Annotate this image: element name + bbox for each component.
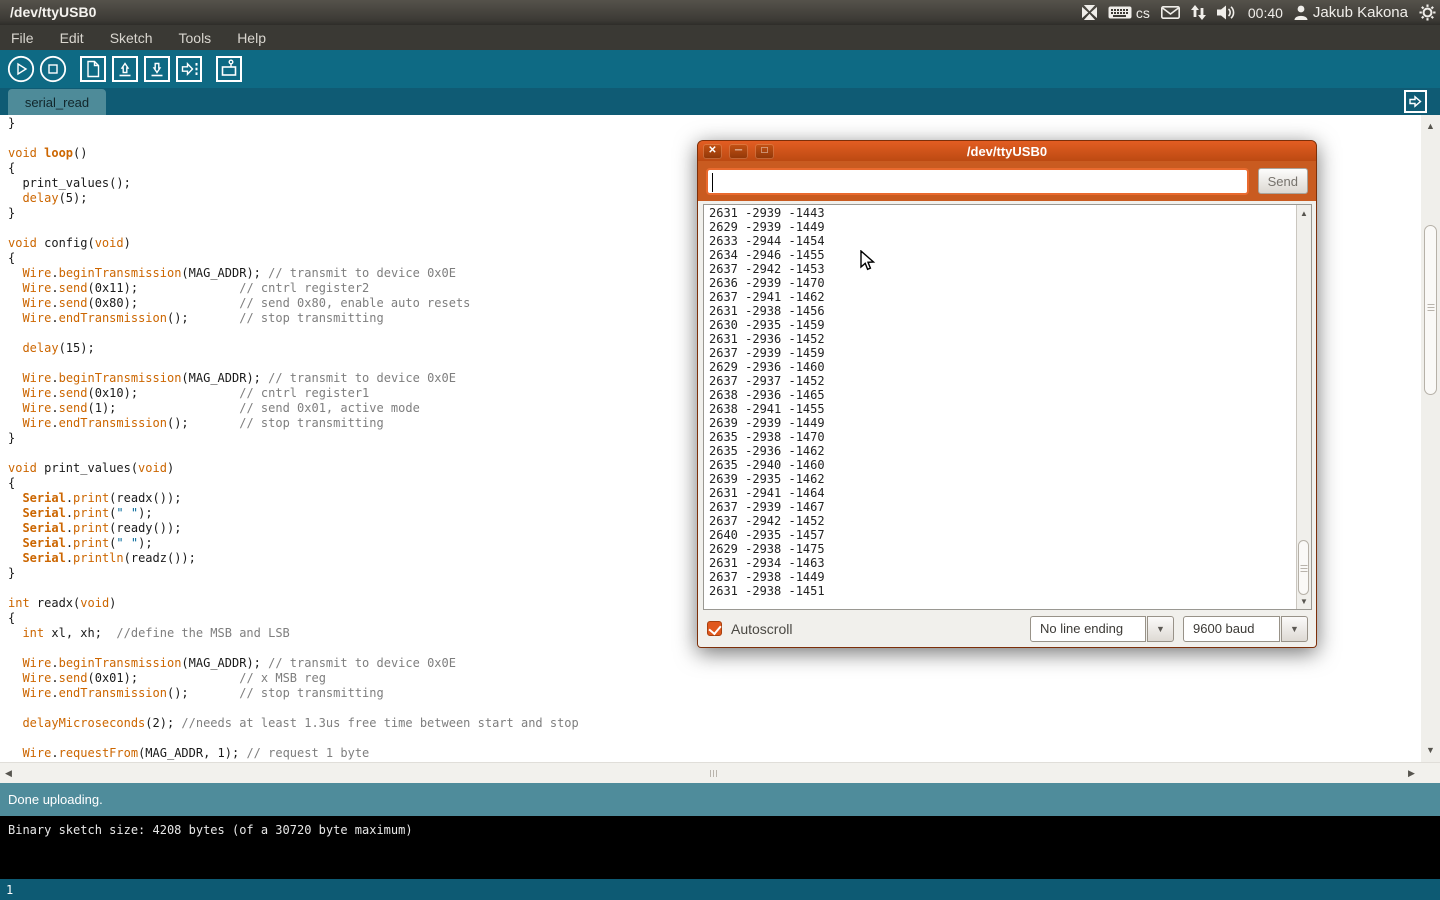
line-number-strip: 1	[0, 879, 1440, 900]
serial-monitor-button[interactable]	[214, 54, 244, 84]
save-button[interactable]	[142, 54, 172, 84]
tab-menu-button[interactable]	[1404, 90, 1427, 113]
serial-output-panel: 2631 -2939 -1443 2629 -2939 -1449 2633 -…	[703, 204, 1312, 610]
serial-monitor-title: /dev/ttyUSB0	[698, 144, 1316, 159]
autoscroll-label: Autoscroll	[731, 621, 792, 637]
stop-icon	[39, 55, 67, 83]
chevron-down-icon[interactable]: ▼	[1281, 616, 1308, 642]
scroll-down-arrow-icon[interactable]: ▼	[1421, 745, 1440, 755]
baud-rate-select[interactable]: 9600 baud ▼	[1183, 616, 1308, 642]
serial-input-row: Send	[698, 161, 1316, 201]
tab-bar: serial_read	[0, 88, 1440, 115]
editor-scrollbar-thumb[interactable]	[1424, 225, 1437, 395]
save-icon	[144, 56, 170, 82]
editor-horizontal-scrollbar[interactable]: ◀ ▶	[0, 762, 1440, 783]
menubar: File Edit Sketch Tools Help	[0, 25, 1440, 50]
toolbar	[0, 50, 1440, 88]
network-updown-icon[interactable]	[1191, 5, 1206, 20]
upload-button[interactable]	[174, 54, 204, 84]
maximize-icon[interactable]: □	[755, 144, 774, 159]
clock[interactable]: 00:40	[1248, 5, 1283, 21]
serial-scrollbar-thumb[interactable]	[1298, 540, 1309, 595]
scroll-right-arrow-icon[interactable]: ▶	[1408, 768, 1415, 779]
scroll-up-arrow-icon[interactable]: ▲	[1297, 209, 1311, 218]
menu-item-tools[interactable]: Tools	[179, 30, 212, 46]
notes-indicator-icon[interactable]	[1082, 5, 1097, 20]
serial-monitor-titlebar[interactable]: ✕ ─ □ /dev/ttyUSB0	[698, 141, 1316, 161]
new-sketch-button[interactable]	[78, 54, 108, 84]
mail-envelope-icon[interactable]	[1161, 6, 1180, 19]
system-tray: cs 00:40 Jakub Kakona	[1082, 0, 1436, 25]
serial-monitor-body: 2631 -2939 -1443 2629 -2939 -1449 2633 -…	[698, 201, 1316, 647]
menu-item-help[interactable]: Help	[237, 30, 266, 46]
close-icon[interactable]: ✕	[703, 144, 722, 159]
serial-monitor-icon	[216, 56, 242, 82]
scroll-left-arrow-icon[interactable]: ◀	[5, 768, 12, 779]
console-text: Binary sketch size: 4208 bytes (of a 307…	[8, 823, 413, 837]
line-indicator: 1	[6, 883, 13, 897]
baud-rate-value: 9600 baud	[1183, 616, 1280, 642]
user-icon	[1294, 5, 1308, 20]
send-button[interactable]: Send	[1258, 168, 1308, 194]
username-label[interactable]: Jakub Kakona	[1313, 4, 1408, 21]
verify-button[interactable]	[6, 54, 36, 84]
new-sketch-icon	[80, 56, 106, 82]
verify-icon	[7, 55, 35, 83]
top-panel: /dev/ttyUSB0 cs	[0, 0, 1440, 25]
desktop: /dev/ttyUSB0 cs	[0, 0, 1440, 900]
keyboard-icon[interactable]	[1108, 5, 1132, 20]
stop-button[interactable]	[38, 54, 68, 84]
menu-item-sketch[interactable]: Sketch	[110, 30, 153, 46]
status-message: Done uploading.	[8, 792, 103, 807]
text-caret	[712, 173, 713, 192]
line-ending-value: No line ending	[1030, 616, 1146, 642]
mouse-cursor	[860, 250, 876, 277]
menu-item-file[interactable]: File	[11, 30, 34, 46]
panel-window-title: /dev/ttyUSB0	[10, 4, 96, 20]
autoscroll-checkbox[interactable]	[707, 621, 722, 636]
tab-label: serial_read	[25, 95, 89, 110]
chevron-down-icon[interactable]: ▼	[1147, 616, 1174, 642]
editor-vertical-scrollbar[interactable]: ▲ ▼	[1421, 115, 1440, 762]
serial-monitor-window: ✕ ─ □ /dev/ttyUSB0 Send 2631 -2939 -1443…	[697, 140, 1317, 648]
line-ending-select[interactable]: No line ending ▼	[1030, 616, 1174, 642]
serial-input[interactable]	[706, 168, 1249, 195]
session-gear-icon[interactable]	[1419, 4, 1436, 21]
serial-output-scrollbar[interactable]: ▲ ▼	[1296, 205, 1311, 609]
status-bar: Done uploading.	[0, 783, 1440, 816]
tab-menu-arrow-icon	[1404, 90, 1427, 113]
serial-output-text: 2631 -2939 -1443 2629 -2939 -1449 2633 -…	[704, 205, 1311, 598]
scroll-down-arrow-icon[interactable]: ▼	[1297, 597, 1311, 606]
keyboard-layout-label[interactable]: cs	[1136, 5, 1150, 21]
scroll-up-arrow-icon[interactable]: ▲	[1421, 121, 1440, 131]
tab-serial-read[interactable]: serial_read	[8, 89, 106, 115]
serial-monitor-controls: Autoscroll No line ending ▼ 9600 baud ▼	[703, 610, 1312, 647]
upload-icon	[176, 56, 202, 82]
open-icon	[112, 56, 138, 82]
build-console: Binary sketch size: 4208 bytes (of a 307…	[0, 816, 1440, 879]
open-button[interactable]	[110, 54, 140, 84]
minimize-icon[interactable]: ─	[729, 144, 748, 159]
menu-item-edit[interactable]: Edit	[60, 30, 84, 46]
volume-icon[interactable]	[1217, 5, 1237, 20]
